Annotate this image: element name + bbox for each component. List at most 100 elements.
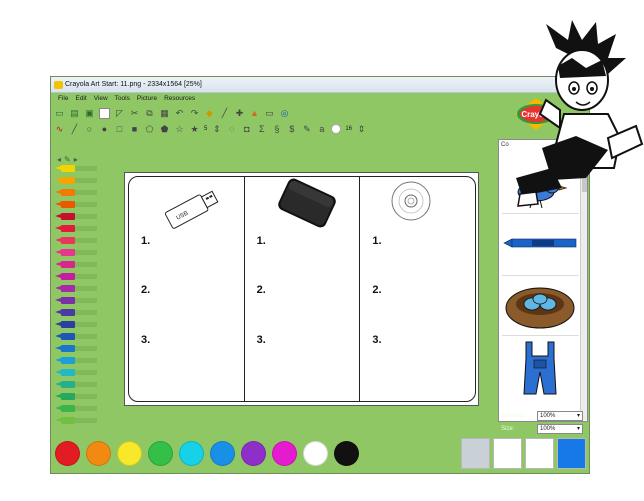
- copy-icon[interactable]: ⧉: [144, 108, 155, 119]
- crayon-color[interactable]: [55, 333, 99, 340]
- palette-color[interactable]: [241, 440, 266, 466]
- crayon-color[interactable]: [55, 285, 99, 292]
- palette-color[interactable]: [117, 440, 142, 466]
- crayon-color[interactable]: [55, 177, 99, 184]
- worksheet-column-hard-drive: 1. 2. 3.: [245, 177, 361, 401]
- crayon-tool-icon[interactable]: ✎: [64, 155, 71, 164]
- crayon-color[interactable]: [55, 261, 99, 268]
- item-number: 1.: [372, 235, 382, 247]
- filled-circle-icon[interactable]: ●: [99, 124, 110, 135]
- circle-icon[interactable]: ○: [84, 124, 95, 135]
- print-icon[interactable]: ▣: [84, 108, 95, 119]
- menu-resources[interactable]: Resources: [164, 93, 195, 105]
- palette-color[interactable]: [303, 440, 328, 466]
- recent-color-swatch[interactable]: [525, 438, 554, 469]
- line-icon[interactable]: ╱: [69, 124, 80, 135]
- crayon-color[interactable]: [55, 225, 99, 232]
- crayon-color[interactable]: [55, 237, 99, 244]
- palette-color[interactable]: [55, 440, 80, 466]
- crayon-color[interactable]: [55, 249, 99, 256]
- stamp-overalls[interactable]: [502, 338, 579, 400]
- palette-color[interactable]: [179, 440, 204, 466]
- crayon-color[interactable]: [55, 381, 99, 388]
- paste-icon[interactable]: ▦: [159, 108, 170, 119]
- crayon-color[interactable]: [55, 357, 99, 364]
- crayon-color[interactable]: [55, 393, 99, 400]
- pen-icon[interactable]: ✎: [301, 124, 312, 135]
- text-icon[interactable]: ▭: [264, 108, 275, 119]
- menu-tools[interactable]: Tools: [115, 93, 130, 105]
- palette-color[interactable]: [86, 440, 111, 466]
- crayon-color[interactable]: [55, 297, 99, 304]
- crayon-color[interactable]: [55, 309, 99, 316]
- menu-bar: File Edit View Tools Picture Resources: [51, 93, 589, 105]
- usb-drive-illustration: USB: [164, 190, 219, 229]
- menu-view[interactable]: View: [94, 93, 108, 105]
- shape-toolbar: ∿ ╱ ○ ● □ ■ ⬠ ⬟ ☆ ★ 5 ⇕ ◌ ◘ Σ § $ ✎ a 16…: [54, 122, 367, 136]
- stamp-crayon[interactable]: [502, 216, 579, 276]
- filled-pentagon-icon[interactable]: ⬟: [159, 124, 170, 135]
- window-title: Crayola Art Start: 11.png - 2334x1564 [2…: [65, 81, 202, 88]
- cut-icon[interactable]: ✂: [129, 108, 140, 119]
- crayon-next-icon[interactable]: ▸: [74, 155, 78, 164]
- font-size-stepper-icon[interactable]: ⇕: [356, 124, 367, 135]
- freehand-icon[interactable]: ∿: [54, 124, 65, 135]
- fill-icon[interactable]: ◆: [204, 108, 215, 119]
- size-select[interactable]: 100%: [537, 424, 583, 434]
- palette-color[interactable]: [148, 440, 173, 466]
- cartoon-mascot: [516, 20, 644, 207]
- square-icon[interactable]: □: [114, 124, 125, 135]
- drawing-canvas[interactable]: USB 1. 2. 3. 1. 2. 3. 1. 2. 3.: [124, 172, 479, 406]
- menu-edit[interactable]: Edit: [75, 93, 86, 105]
- palette-color[interactable]: [210, 440, 235, 466]
- open-icon[interactable]: ▭: [54, 108, 65, 119]
- crop-icon[interactable]: ◸: [114, 108, 125, 119]
- crayon-color[interactable]: [55, 321, 99, 328]
- crayon-prev-icon[interactable]: ◂: [57, 155, 61, 164]
- save-icon[interactable]: ▤: [69, 108, 80, 119]
- speech-bubble-icon[interactable]: ◘: [241, 124, 252, 135]
- menu-file[interactable]: File: [58, 93, 68, 105]
- filled-square-icon[interactable]: ■: [129, 124, 140, 135]
- lasso-icon[interactable]: ◌: [226, 124, 237, 135]
- star-icon[interactable]: ☆: [174, 124, 185, 135]
- pentagon-icon[interactable]: ⬠: [144, 124, 155, 135]
- brush-size-stepper-icon[interactable]: ⇕: [211, 124, 222, 135]
- stamp-icon[interactable]: ▲: [249, 108, 260, 119]
- crayon-color[interactable]: [55, 369, 99, 376]
- spacing-select[interactable]: 100%: [537, 411, 583, 421]
- selected-color-swatch[interactable]: [557, 438, 586, 469]
- redo-icon[interactable]: ↷: [189, 108, 200, 119]
- recent-color-swatch[interactable]: [493, 438, 522, 469]
- palette-color[interactable]: [334, 440, 359, 466]
- font-size-value[interactable]: 16: [345, 124, 352, 135]
- crayon-color[interactable]: [55, 201, 99, 208]
- crayon-color[interactable]: [55, 273, 99, 280]
- crayon-color[interactable]: [55, 345, 99, 352]
- move-icon[interactable]: ✚: [234, 108, 245, 119]
- palette-color[interactable]: [272, 440, 297, 466]
- crayon-color[interactable]: [55, 189, 99, 196]
- text-tool-icon[interactable]: a: [316, 124, 327, 135]
- font-color-swatch[interactable]: [331, 124, 342, 134]
- select-icon[interactable]: [99, 107, 110, 119]
- zoom-icon[interactable]: ◎: [279, 108, 290, 119]
- recent-color-swatch[interactable]: [461, 438, 490, 469]
- worksheet-column-usb: USB 1. 2. 3.: [129, 177, 245, 401]
- title-bar: Crayola Art Start: 11.png - 2334x1564 [2…: [51, 77, 589, 93]
- nest-stamp-icon: [505, 287, 575, 329]
- stamp-nest[interactable]: [502, 278, 579, 336]
- sigma-icon[interactable]: Σ: [256, 124, 267, 135]
- brush-size-value[interactable]: 5: [204, 124, 207, 135]
- filled-star-icon[interactable]: ★: [189, 124, 200, 135]
- eyedropper-icon[interactable]: ╱: [219, 108, 230, 119]
- crayon-color[interactable]: [55, 417, 99, 424]
- crayon-color[interactable]: [55, 213, 99, 220]
- squiggle-icon[interactable]: §: [271, 124, 282, 135]
- bold-squiggle-icon[interactable]: $: [286, 124, 297, 135]
- item-number: 1.: [141, 235, 151, 247]
- crayon-color[interactable]: [55, 165, 99, 172]
- menu-picture[interactable]: Picture: [137, 93, 157, 105]
- crayon-color[interactable]: [55, 405, 99, 412]
- undo-icon[interactable]: ↶: [174, 108, 185, 119]
